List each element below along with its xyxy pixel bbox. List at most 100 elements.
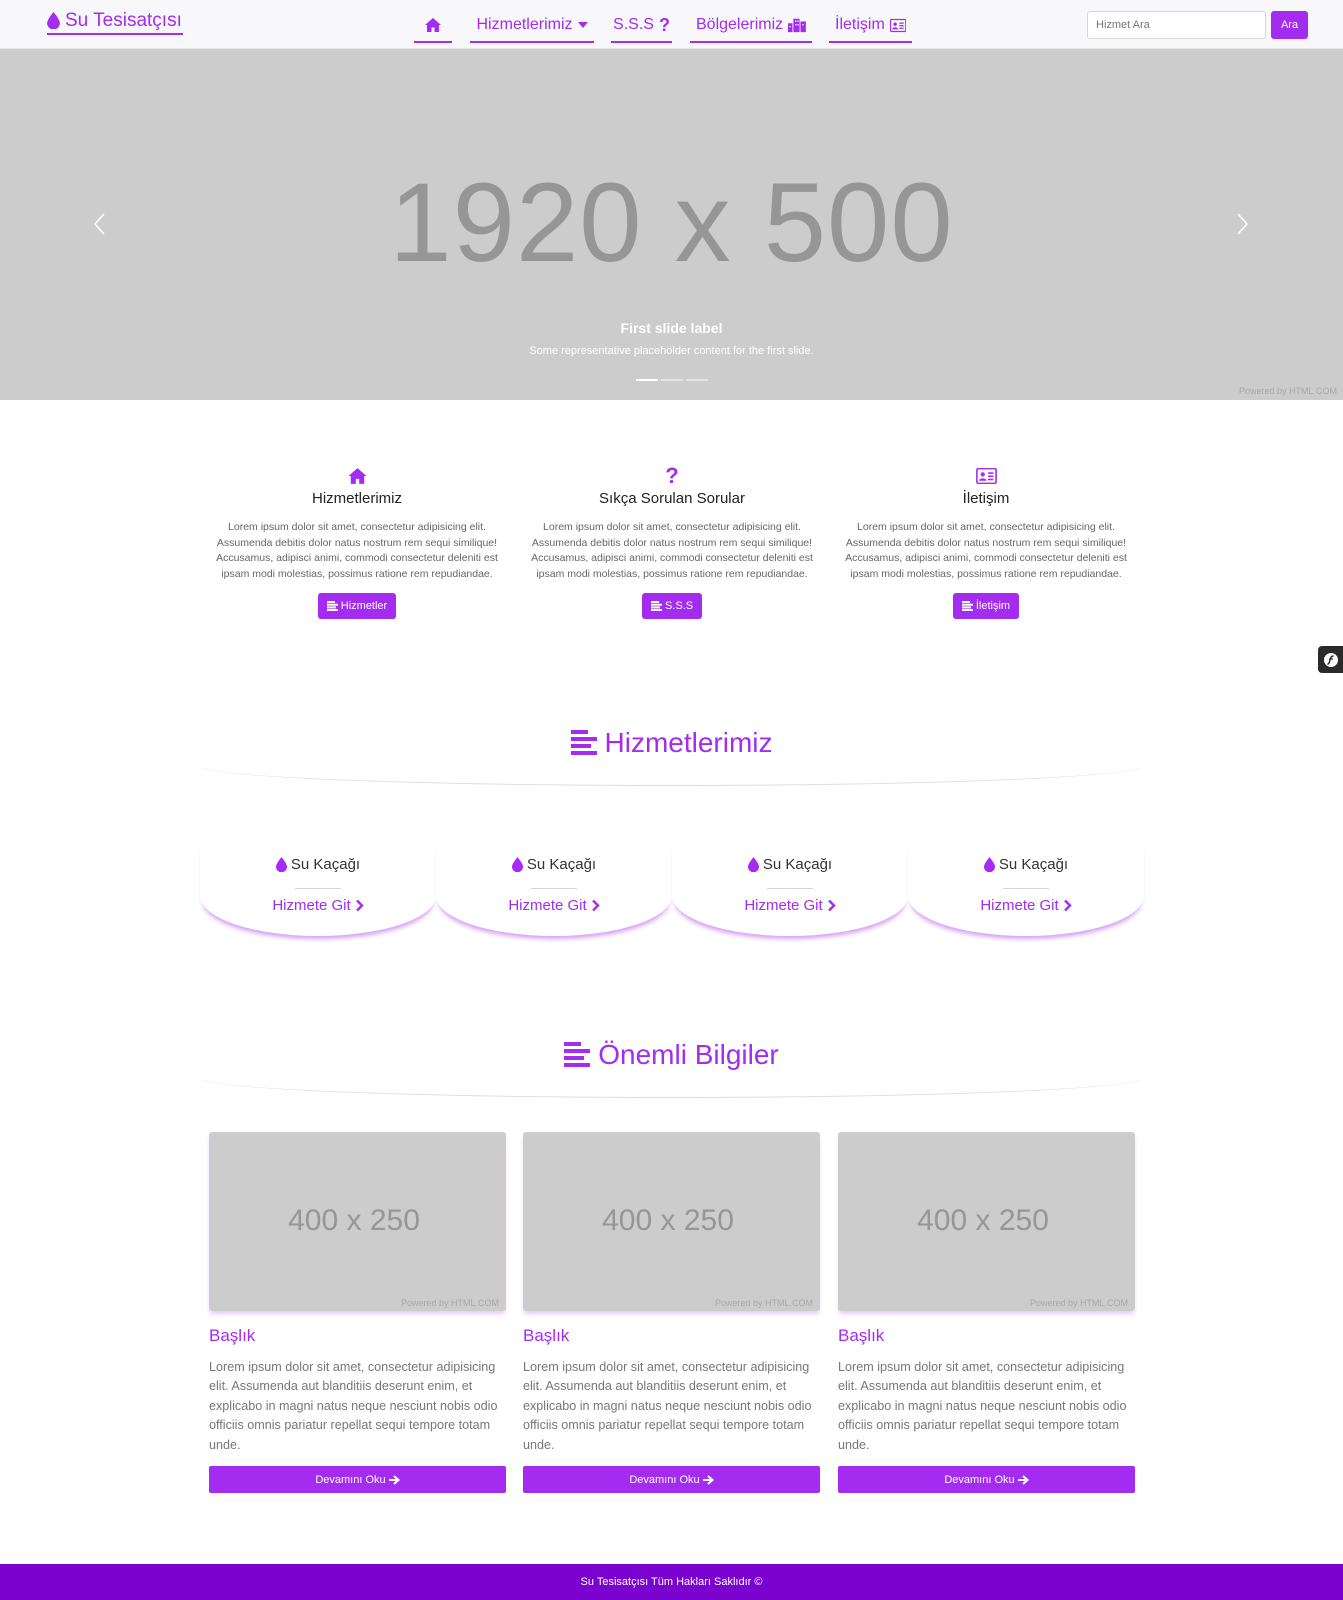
carousel-caption-title: First slide label — [620, 320, 723, 336]
nav-label-iletisim: İletişim — [835, 16, 885, 33]
info-card-text: Lorem ipsum dolor sit amet, consectetur … — [838, 1360, 1127, 1452]
nav-sss[interactable]: S.S.S ? — [611, 9, 672, 43]
info-card-title: Başlık — [209, 1326, 256, 1345]
side-widget-button[interactable] — [1318, 646, 1343, 673]
chevron-right-icon — [1063, 899, 1072, 912]
service-link[interactable]: Hizmete Git — [672, 897, 908, 914]
info-card: 400 x 250 Powered by HTML.COM Başlık Lor… — [209, 1132, 506, 1494]
question-icon: ? — [665, 463, 679, 488]
footer-copyright: Su Tesisatçısı Tüm Hakları Saklıdır © — [580, 1576, 763, 1588]
carousel-prev-icon[interactable] — [90, 211, 110, 237]
carousel-indicator-3[interactable] — [686, 379, 708, 381]
search-input[interactable] — [1087, 11, 1266, 39]
hizmetler-button-label: Hizmetler — [340, 600, 388, 613]
arrow-right-icon — [388, 1474, 400, 1485]
home-icon — [425, 18, 441, 32]
navbar: Su Tesisatçısı Hizmetlerimiz S.S.S ? Böl… — [0, 0, 1343, 49]
service-card: Su Kaçağı Hizmete Git — [672, 840, 908, 936]
info-card-image: 400 x 250 Powered by HTML.COM — [523, 1132, 820, 1311]
section-divider — [200, 1058, 1143, 1098]
service-link-label: Hizmete Git — [272, 897, 351, 914]
powered-by-text: Powered by HTML.COM — [1029, 1298, 1128, 1308]
brand-link[interactable]: Su Tesisatçısı — [47, 8, 183, 35]
info-card-text: Lorem ipsum dolor sit amet, consectetur … — [209, 1360, 498, 1452]
arrow-right-icon — [702, 1474, 714, 1485]
chevron-right-icon — [355, 899, 364, 912]
info-image-placeholder-text: 400 x 250 — [602, 1204, 734, 1237]
feature-title: Sıkça Sorulan Sorular — [599, 490, 745, 507]
carousel-indicators — [636, 379, 708, 381]
hero-carousel: 1920 x 500 First slide label Some repres… — [0, 49, 1343, 400]
align-left-icon — [961, 601, 973, 612]
service-card: Su Kaçağı Hizmete Git — [436, 840, 672, 936]
read-more-label: Devamını Oku — [944, 1473, 1015, 1486]
info-image-placeholder-text: 400 x 250 — [288, 1204, 420, 1237]
arrow-right-icon — [1017, 1474, 1029, 1485]
info-card-title: Başlık — [523, 1326, 570, 1345]
service-link[interactable]: Hizmete Git — [200, 897, 436, 914]
powered-by-text: Powered by HTML.COM — [1238, 386, 1337, 396]
service-card: Su Kaçağı Hizmete Git — [908, 840, 1144, 936]
service-link[interactable]: Hizmete Git — [908, 897, 1144, 914]
feature-iletisim: İletişim Lorem ipsum dolor sit amet, con… — [836, 465, 1136, 620]
feature-sss: ? Sıkça Sorulan Sorular Lorem ipsum dolo… — [522, 463, 822, 620]
powered-by-text: Powered by HTML.COM — [714, 1298, 813, 1308]
water-drop-icon — [747, 857, 759, 872]
carousel-next-icon[interactable] — [1232, 211, 1252, 237]
service-card: Su Kaçağı Hizmete Git — [200, 840, 436, 936]
nav-iletisim[interactable]: İletişim — [829, 9, 912, 43]
search-button[interactable]: Ara — [1271, 11, 1308, 39]
city-icon — [788, 18, 806, 33]
service-separator — [767, 888, 813, 889]
water-drop-icon — [47, 12, 60, 29]
service-title: Su Kaçağı — [762, 856, 833, 873]
carousel-image-placeholder: 1920 x 500 — [389, 160, 954, 285]
iletisim-button-label: İletişim — [975, 600, 1011, 613]
water-drop-icon — [275, 857, 287, 872]
align-left-icon — [650, 601, 662, 612]
water-drop-icon — [511, 857, 523, 872]
read-more-button[interactable]: Devamını Oku — [838, 1466, 1135, 1494]
read-more-button[interactable]: Devamını Oku — [523, 1466, 820, 1494]
feature-title: İletişim — [962, 490, 1010, 507]
service-separator — [295, 888, 341, 889]
iletisim-button[interactable]: İletişim — [952, 593, 1020, 620]
service-title: Su Kaçağı — [526, 856, 597, 873]
read-more-label: Devamını Oku — [315, 1473, 386, 1486]
info-card: 400 x 250 Powered by HTML.COM Başlık Lor… — [838, 1132, 1135, 1494]
service-link-label: Hizmete Git — [744, 897, 823, 914]
carousel-indicator-2[interactable] — [661, 379, 683, 381]
feature-text: Lorem ipsum dolor sit amet, consectetur … — [845, 521, 1127, 580]
feature-text: Lorem ipsum dolor sit amet, consectetur … — [216, 521, 498, 580]
hizmetler-button[interactable]: Hizmetler — [317, 593, 397, 620]
chevron-right-icon — [827, 899, 836, 912]
sss-button-label: S.S.S — [664, 600, 694, 613]
carousel-indicator-1[interactable] — [636, 379, 658, 381]
nav-bolgelerimiz[interactable]: Bölgelerimiz — [690, 9, 812, 43]
service-separator — [1003, 888, 1049, 889]
symfony-icon — [1323, 652, 1338, 667]
service-link-label: Hizmete Git — [508, 897, 587, 914]
feature-text: Lorem ipsum dolor sit amet, consectetur … — [531, 521, 813, 580]
water-drop-icon — [983, 857, 995, 872]
nav-hizmetlerimiz-dropdown[interactable]: Hizmetlerimiz — [470, 9, 594, 43]
carousel-caption-text: Some representative placeholder content … — [529, 345, 814, 357]
info-card: 400 x 250 Powered by HTML.COM Başlık Lor… — [523, 1132, 820, 1494]
service-title: Su Kaçağı — [998, 856, 1069, 873]
nav-label-bolgelerimiz: Bölgelerimiz — [696, 16, 784, 33]
feature-hizmetlerimiz: Hizmetlerimiz Lorem ipsum dolor sit amet… — [207, 465, 507, 620]
powered-by-text: Powered by HTML.COM — [400, 1298, 499, 1308]
nav-home[interactable] — [414, 9, 452, 43]
chevron-right-icon — [591, 899, 600, 912]
contact-card-icon — [889, 18, 906, 32]
service-link[interactable]: Hizmete Git — [436, 897, 672, 914]
align-left-icon — [326, 601, 338, 612]
info-image-placeholder-text: 400 x 250 — [917, 1204, 1049, 1237]
info-card-image: 400 x 250 Powered by HTML.COM — [838, 1132, 1135, 1311]
service-separator — [531, 888, 577, 889]
read-more-button[interactable]: Devamını Oku — [209, 1466, 506, 1494]
brand-label: Su Tesisatçısı — [65, 9, 182, 31]
sss-button[interactable]: S.S.S — [641, 593, 703, 620]
feature-title: Hizmetlerimiz — [312, 490, 402, 507]
section-divider — [200, 746, 1143, 786]
